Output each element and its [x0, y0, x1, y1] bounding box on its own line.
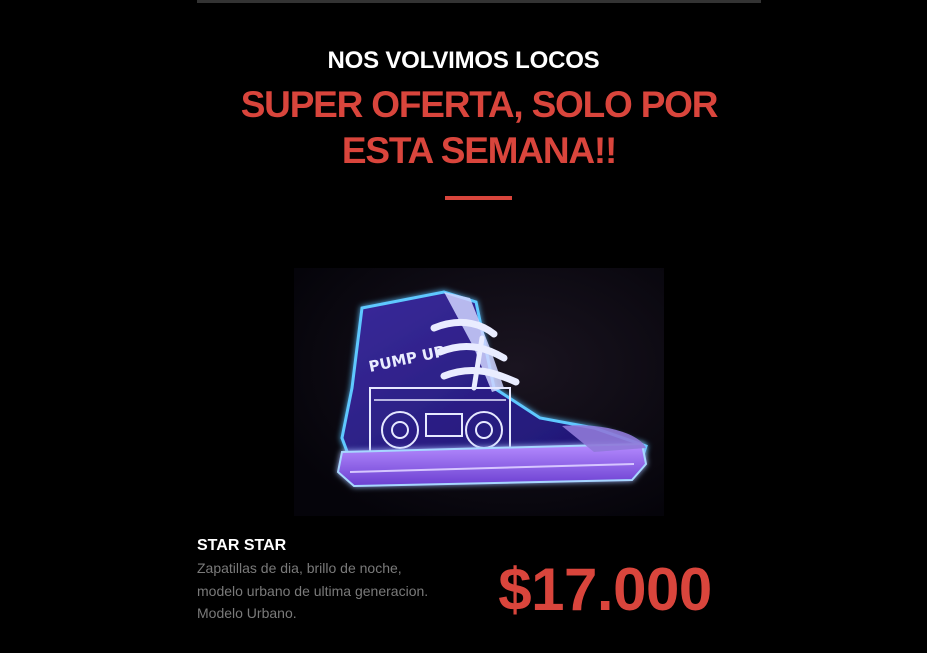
promo-kicker: NOS VOLVIMOS LOCOS: [327, 47, 600, 74]
promo-headline: SUPER OFERTA, SOLO POR ESTA SEMANA!!: [197, 82, 761, 174]
promo-headline-line-2: ESTA SEMANA!!: [341, 130, 617, 171]
product-image[interactable]: PUMP UP: [294, 268, 664, 516]
product-name: STAR STAR: [197, 537, 287, 554]
product-price: $17.000: [498, 556, 712, 623]
top-divider: [197, 0, 761, 3]
sneaker-illustration: PUMP UP: [294, 268, 664, 516]
product-description: Zapatillas de dia, brillo de noche, mode…: [197, 557, 467, 625]
promo-headline-line-1: SUPER OFERTA, SOLO POR: [240, 84, 719, 125]
product-description-line: modelo urbano de ultima generacion.: [197, 582, 429, 599]
product-description-line: Zapatillas de dia, brillo de noche,: [197, 560, 402, 576]
accent-rule: [445, 196, 512, 200]
product-description-line: Modelo Urbano.: [197, 605, 297, 621]
